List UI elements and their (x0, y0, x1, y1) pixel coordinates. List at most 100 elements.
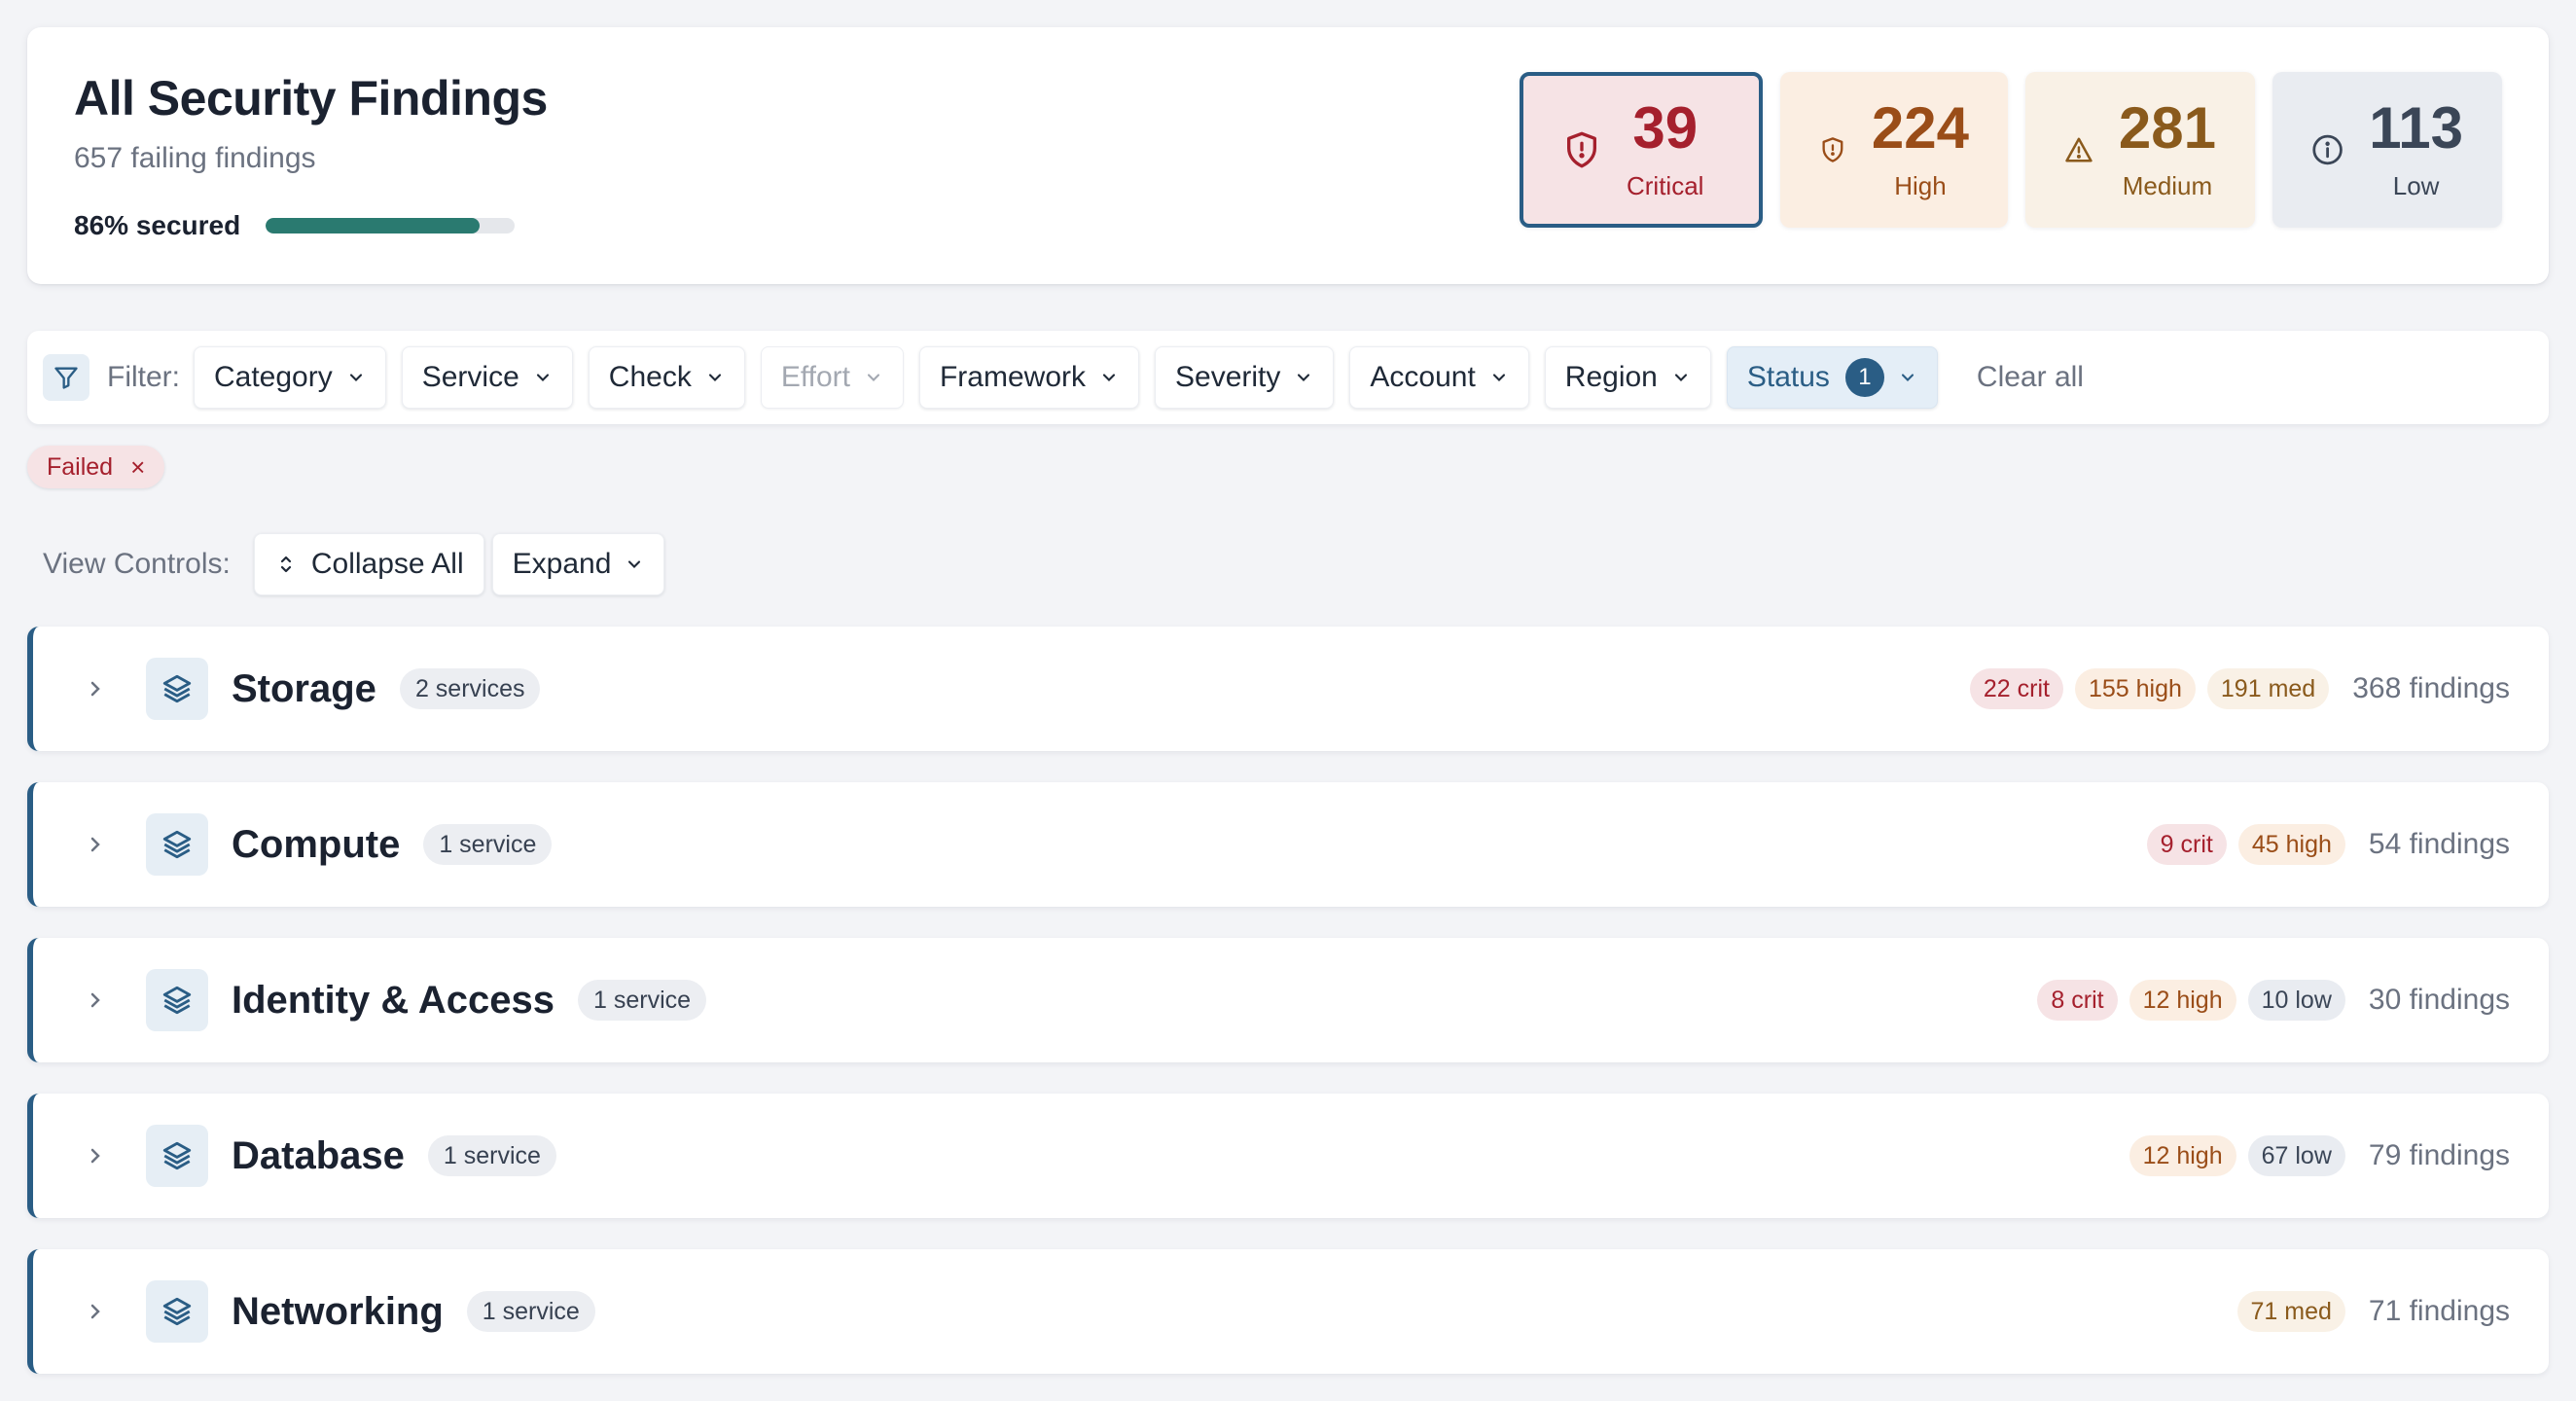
filter-category-label: Category (214, 361, 333, 393)
service-count-badge: 1 service (423, 824, 553, 865)
filter-status-dropdown[interactable]: Status 1 (1726, 346, 1938, 409)
category-name: Compute (232, 822, 401, 866)
category-row[interactable]: Compute 1 service 9 crit 45 high 54 findings (27, 782, 2549, 907)
chevron-right-icon[interactable] (84, 988, 107, 1012)
shield-alert-icon (1567, 131, 1596, 168)
severity-card-low[interactable]: 113 Low (2272, 72, 2502, 228)
category-summary: 8 crit 12 high 10 low 30 findings (2025, 980, 2510, 1021)
category-name: Database (232, 1133, 405, 1177)
layers-icon (146, 813, 208, 876)
chevron-down-icon (708, 374, 721, 381)
secured-label: 86% secured (74, 210, 241, 240)
filter-category-dropdown[interactable]: Category (194, 346, 386, 409)
category-summary: 9 crit 45 high 54 findings (2135, 824, 2510, 865)
filter-severity-dropdown[interactable]: Severity (1155, 346, 1335, 409)
close-icon[interactable]: × (130, 452, 145, 483)
severity-pill-low: 10 low (2247, 980, 2345, 1021)
failing-findings-count: 657 failing findings (74, 142, 316, 174)
high-label: High (1894, 170, 1947, 200)
severity-card-critical[interactable]: 39 Critical (1520, 72, 1763, 228)
filter-framework-label: Framework (939, 361, 1086, 393)
layers-icon (146, 969, 208, 1031)
info-circle-icon (2312, 134, 2343, 165)
layers-icon (146, 658, 208, 720)
category-summary: 71 med 71 findings (2226, 1291, 2510, 1332)
chevron-right-icon[interactable] (84, 833, 107, 856)
category-row[interactable]: Storage 2 services 22 crit 155 high 191 med 3… (27, 627, 2549, 751)
severity-pill-high: 45 high (2237, 824, 2345, 865)
category-row[interactable]: Networking 1 service 71 med 71 findings (27, 1249, 2549, 1374)
severity-pill-crit: 22 crit (1969, 668, 2063, 709)
chevron-down-icon (628, 560, 641, 568)
chevron-right-icon[interactable] (84, 1300, 107, 1323)
filter-effort-dropdown[interactable]: Effort (760, 346, 904, 409)
findings-count: 30 findings (2368, 984, 2510, 1016)
severity-pill-med: 191 med (2206, 668, 2330, 709)
filter-framework-dropdown[interactable]: Framework (918, 346, 1139, 409)
filter-account-label: Account (1370, 361, 1476, 393)
severity-pill-high: 12 high (2129, 1135, 2236, 1176)
view-controls: View Controls: Collapse All Expand (43, 533, 672, 595)
warning-triangle-icon (2065, 137, 2093, 162)
medium-label: Medium (2122, 170, 2213, 200)
severity-cards: 39 Critical 224 High 281 Medium 113 Low (1520, 72, 2502, 228)
clear-all-button[interactable]: Clear all (1977, 361, 2084, 394)
chevron-down-icon (1901, 374, 1914, 381)
findings-count: 79 findings (2368, 1139, 2510, 1171)
secured-row: 86% secured (74, 210, 516, 241)
category-summary: 12 high 67 low 79 findings (2118, 1135, 2510, 1176)
category-row[interactable]: Identity & Access 1 service 8 crit 12 high 1… (27, 938, 2549, 1062)
severity-pill-low: 67 low (2247, 1135, 2345, 1176)
service-count-badge: 1 service (466, 1291, 595, 1332)
expand-label: Expand (512, 548, 612, 580)
severity-card-high[interactable]: 224 High (1780, 72, 2008, 228)
chevron-down-icon (1674, 374, 1687, 381)
service-count-badge: 2 services (399, 668, 541, 709)
secured-progress-fill (266, 218, 481, 234)
critical-count: 39 (1632, 94, 1699, 161)
filter-icon (43, 354, 89, 401)
findings-count: 54 findings (2368, 828, 2510, 860)
layers-icon (146, 1280, 208, 1343)
filter-check-label: Check (608, 361, 692, 393)
severity-pill-high: 12 high (2129, 980, 2236, 1021)
critical-label: Critical (1627, 170, 1704, 200)
category-name: Identity & Access (232, 978, 555, 1022)
expand-dropdown[interactable]: Expand (491, 533, 665, 595)
shield-alert-icon (1822, 137, 1843, 162)
layers-icon (146, 1125, 208, 1187)
chevron-down-icon (1102, 374, 1116, 381)
findings-count: 368 findings (2352, 672, 2510, 704)
severity-pill-high: 155 high (2074, 668, 2196, 709)
filter-status-label: Status (1746, 361, 1830, 393)
active-filter-chip-failed: Failed × (27, 446, 165, 488)
findings-count: 71 findings (2368, 1295, 2510, 1327)
chevron-down-icon (349, 374, 362, 381)
severity-pill-med: 71 med (2236, 1291, 2345, 1332)
filter-account-dropdown[interactable]: Account (1349, 346, 1529, 409)
filter-label: Filter: (107, 361, 180, 393)
filter-region-label: Region (1564, 361, 1658, 393)
medium-count: 281 (2118, 94, 2216, 161)
filter-region-dropdown[interactable]: Region (1544, 346, 1711, 409)
high-count: 224 (1871, 94, 1969, 161)
page-title: All Security Findings (74, 71, 548, 126)
severity-card-medium[interactable]: 281 Medium (2025, 72, 2255, 228)
chevron-right-icon[interactable] (84, 677, 107, 700)
summary-card: All Security Findings 657 failing findin… (27, 27, 2549, 284)
status-count-badge: 1 (1844, 358, 1884, 397)
service-count-badge: 1 service (577, 980, 707, 1021)
category-summary: 22 crit 155 high 191 med 368 findings (1958, 668, 2510, 709)
secured-progress-bar (266, 218, 516, 234)
category-name: Networking (232, 1289, 444, 1333)
collapse-icon (280, 556, 291, 573)
category-row[interactable]: Database 1 service 12 high 67 low 79 finding… (27, 1094, 2549, 1218)
filter-severity-label: Severity (1175, 361, 1281, 393)
filter-check-dropdown[interactable]: Check (588, 346, 745, 409)
chevron-right-icon[interactable] (84, 1144, 107, 1168)
collapse-all-button[interactable]: Collapse All (253, 533, 484, 595)
filter-service-dropdown[interactable]: Service (401, 346, 573, 409)
low-label: Low (2392, 170, 2440, 200)
chevron-down-icon (536, 374, 549, 381)
chevron-down-icon (1298, 374, 1310, 381)
